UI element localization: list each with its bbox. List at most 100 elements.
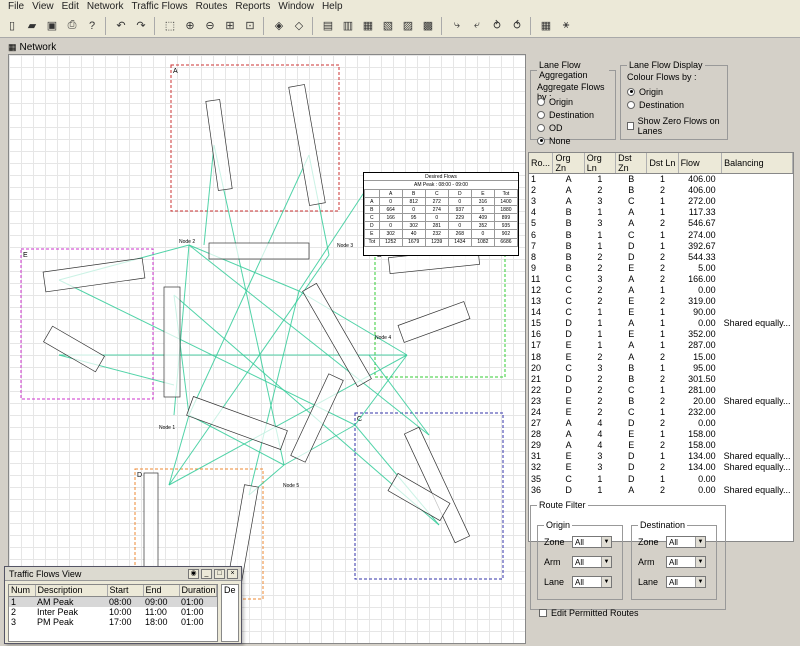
menu-reports[interactable]: Reports [231,0,274,14]
chevron-down-icon[interactable]: ▼ [695,537,705,547]
chevron-down-icon[interactable]: ▼ [601,537,611,547]
colour-destination-option[interactable]: Destination [627,98,721,111]
zoom-max-icon[interactable]: ⊞ [220,16,240,36]
origin-zone-select[interactable]: All ▼ [572,536,612,548]
maximize-icon[interactable]: □ [214,568,225,579]
table-row[interactable]: 17 E 1 A 1 287.00 [529,340,793,351]
table-row[interactable]: 1 AM Peak 08:00 09:00 01:00 [9,596,217,607]
traffic-flows-table[interactable]: Num Description Start End Duration 1 AM P… [8,584,218,642]
radio-none[interactable] [537,136,545,145]
table-row[interactable]: 18 E 2 A 2 15.00 [529,351,793,362]
table-row[interactable]: 35 C 1 D 1 0.00 [529,473,793,484]
table-row[interactable]: 1 A 1 B 1 406.00 [529,174,793,185]
save-icon[interactable]: ▣ [42,16,62,36]
col-org-zone[interactable]: Org Zn [552,153,585,174]
show-zero-flows-option[interactable]: Show Zero Flows on Lanes [627,116,721,136]
draw-node-icon[interactable]: ◇ [289,16,309,36]
route-3-icon[interactable]: ⥁ [487,16,507,36]
network-canvas[interactable]: AEBCDNode 1Node 2Node 3Node 4Node 5 Desi… [8,54,526,644]
table-row[interactable]: 6 B 1 C 1 274.00 [529,229,793,240]
redo-icon[interactable]: ↷ [131,16,151,36]
help-icon[interactable]: ? [82,16,102,36]
zoom-in-icon[interactable]: ⊕ [180,16,200,36]
table-row[interactable]: 2 Inter Peak 10:00 11:00 01:00 [9,607,217,617]
undo-icon[interactable]: ↶ [111,16,131,36]
chevron-down-icon[interactable]: ▼ [695,577,705,587]
origin-lane-select[interactable]: All ▼ [572,576,612,588]
table-row[interactable]: 4 B 1 A 1 117.33 [529,207,793,218]
route-1-icon[interactable]: ⤷ [447,16,467,36]
table-row[interactable]: 21 D 2 B 2 301.50 [529,373,793,384]
col-balancing[interactable]: Balancing [721,153,793,174]
show-zero-flows-checkbox[interactable] [627,121,634,130]
table-row[interactable]: 5 B 3 A 2 546.67 [529,218,793,229]
layer-6-icon[interactable]: ▩ [418,16,438,36]
routes-table[interactable]: Ro... Org Zn Org Ln Dst Zn Dst Ln Flow B… [528,152,794,542]
layer-4-icon[interactable]: ▧ [378,16,398,36]
table-row[interactable]: 22 D 2 C 1 281.00 [529,384,793,395]
origin-arm-select[interactable]: All ▼ [572,556,612,568]
layer-3-icon[interactable]: ▦ [358,16,378,36]
minimize-icon[interactable]: _ [201,568,212,579]
colour-origin-option[interactable]: Origin [627,85,721,98]
col-dst-lane[interactable]: Dst Ln [646,153,679,174]
table-row[interactable]: 36 D 1 A 2 0.00 Shared equally... [529,484,793,495]
radio-origin[interactable] [537,97,545,106]
zoom-out-icon[interactable]: ⊖ [200,16,220,36]
destination-zone-select[interactable]: All ▼ [666,536,706,548]
table-row[interactable]: 7 B 1 D 1 392.67 [529,240,793,251]
zoom-fit-icon[interactable]: ⊡ [240,16,260,36]
new-file-icon[interactable]: ▯ [2,16,22,36]
table-row[interactable]: 2 A 2 B 2 406.00 [529,185,793,196]
chevron-down-icon[interactable]: ▼ [601,577,611,587]
table-row[interactable]: 24 E 2 C 1 232.00 [529,406,793,417]
grid-icon[interactable]: ▦ [536,16,556,36]
menu-traffic-flows[interactable]: Traffic Flows [128,0,192,14]
table-row[interactable]: 32 E 3 D 2 134.00 Shared equally... [529,462,793,473]
col-description[interactable]: Description [35,585,108,597]
edit-permitted-routes-option[interactable]: Edit Permitted Routes [539,606,639,619]
table-row[interactable]: 3 PM Peak 17:00 18:00 01:00 [9,617,217,627]
col-start[interactable]: Start [107,585,144,597]
radio-colour-destination[interactable] [627,100,635,109]
draw-link-icon[interactable]: ◈ [269,16,289,36]
table-row[interactable]: 29 A 4 E 2 158.00 [529,440,793,451]
radio-destination[interactable] [537,110,545,119]
traffic-flows-view-titlebar[interactable]: Traffic Flows View ◉ _ □ × [5,567,241,581]
aggregate-od-option[interactable]: OD [537,121,609,134]
radio-colour-origin[interactable] [627,87,635,96]
close-icon[interactable]: × [227,568,238,579]
col-route[interactable]: Ro... [529,153,554,174]
route-2-icon[interactable]: ⤶ [467,16,487,36]
menu-routes[interactable]: Routes [192,0,232,14]
table-row[interactable]: 13 C 2 E 2 319.00 [529,296,793,307]
table-row[interactable]: 28 A 4 E 1 158.00 [529,429,793,440]
table-row[interactable]: 8 B 2 D 2 544.33 [529,251,793,262]
print-icon[interactable]: ⎙ [62,16,82,36]
aggregate-none-option[interactable]: None [537,134,609,147]
select-icon[interactable]: ⬚ [160,16,180,36]
menu-window[interactable]: Window [274,0,318,14]
menu-help[interactable]: Help [318,0,347,14]
table-row[interactable]: 23 E 2 B 2 20.00 Shared equally... [529,395,793,406]
table-row[interactable]: 11 C 3 A 2 166.00 [529,273,793,284]
table-row[interactable]: 14 C 1 E 1 90.00 [529,307,793,318]
table-row[interactable]: 31 E 3 D 1 134.00 Shared equally... [529,451,793,462]
table-row[interactable]: 16 D 1 E 1 352.00 [529,329,793,340]
table-row[interactable]: 12 C 2 A 1 0.00 [529,284,793,295]
col-dst-zone[interactable]: Dst Zn [615,153,648,174]
col-duration[interactable]: Duration [179,585,217,597]
table-row[interactable]: 9 B 2 E 2 5.00 [529,262,793,273]
edit-permitted-routes-checkbox[interactable] [539,608,547,617]
menu-network[interactable]: Network [83,0,128,14]
table-row[interactable]: 15 D 1 A 1 0.00 Shared equally... [529,318,793,329]
table-row[interactable]: 27 A 4 D 2 0.00 [529,418,793,429]
pin-icon[interactable]: ◉ [188,568,199,579]
layer-2-icon[interactable]: ▥ [338,16,358,36]
col-num[interactable]: Num [9,585,36,597]
route-4-icon[interactable]: ⥀ [507,16,527,36]
col-flow[interactable]: Flow [678,153,723,174]
network-diagram[interactable]: AEBCDNode 1Node 2Node 3Node 4Node 5 [9,55,526,644]
layer-5-icon[interactable]: ▨ [398,16,418,36]
destination-lane-select[interactable]: All ▼ [666,576,706,588]
